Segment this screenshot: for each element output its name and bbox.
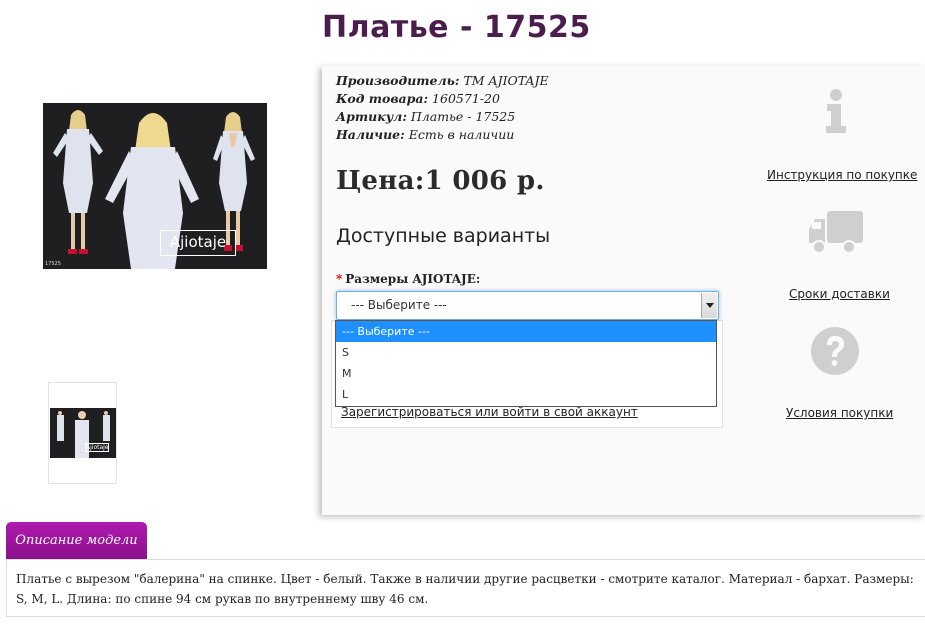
photo-brand-logo: Ajiotaje: [160, 230, 236, 256]
tab-description[interactable]: Описание модели: [6, 522, 147, 560]
terms-link[interactable]: Условия покупки: [786, 406, 893, 420]
product-thumbnail[interactable]: Ajiotaje: [48, 382, 117, 484]
product-price: Цена:1 006 р.: [336, 166, 545, 196]
size-option-placeholder[interactable]: --- Выберите ---: [336, 321, 716, 342]
info-article: Артикул: Платье - 17525: [336, 109, 516, 124]
product-title: Платье - 17525: [322, 10, 591, 45]
size-label: * Размеры AJIOTAJE:: [336, 272, 481, 286]
photo-code: 17525: [45, 261, 61, 267]
variants-heading: Доступные варианты: [336, 225, 551, 247]
size-select[interactable]: --- Выберите ---: [336, 291, 719, 320]
info-availability: Наличие: Есть в наличии: [336, 127, 515, 142]
instruction-link[interactable]: Инструкция по покупке: [767, 168, 917, 182]
description-text: Платье с вырезом "балерина" на спинке. Ц…: [16, 572, 914, 606]
size-option-m[interactable]: M: [336, 363, 716, 384]
thumbnail-brand-logo: Ajiotaje: [85, 443, 109, 452]
info-icon[interactable]: [823, 88, 849, 134]
truck-icon[interactable]: [809, 211, 863, 255]
size-select-value: --- Выберите ---: [351, 298, 447, 312]
size-option-s[interactable]: S: [336, 342, 716, 363]
size-option-l[interactable]: L: [336, 384, 716, 405]
required-mark: *: [336, 272, 343, 286]
info-manufacturer: Производитель: ТМ AJIOTAJE: [336, 73, 549, 88]
delivery-link[interactable]: Сроки доставки: [789, 287, 890, 301]
register-login-link[interactable]: Зарегистрироваться или войти в свой акка…: [341, 405, 638, 419]
product-info: Производитель: ТМ AJIOTAJE Код товара: 1…: [336, 72, 549, 144]
size-dropdown-list: --- Выберите --- S M L: [335, 320, 717, 407]
product-main-image[interactable]: Ajiotaje 17525: [43, 103, 267, 269]
question-icon[interactable]: [810, 326, 860, 376]
info-product-code: Код товара: 160571-20: [336, 91, 500, 106]
chevron-down-icon[interactable]: [701, 293, 717, 318]
